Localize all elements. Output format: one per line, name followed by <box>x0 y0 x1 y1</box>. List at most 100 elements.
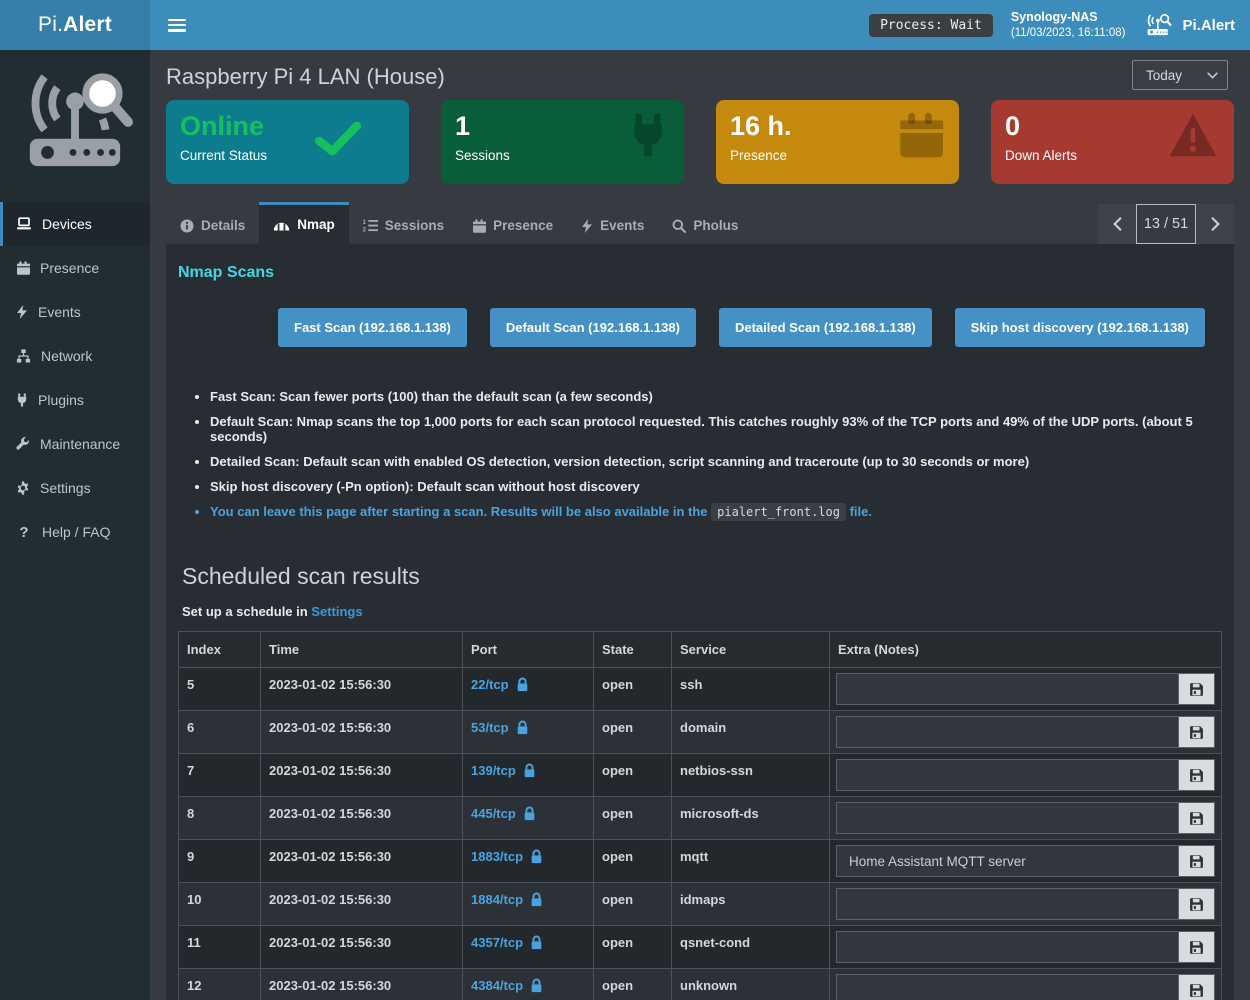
schedule-hint: Set up a schedule in Settings <box>182 604 1222 619</box>
cell-note <box>830 840 1222 883</box>
note-input[interactable] <box>837 760 1178 790</box>
scan-description-item: Fast Scan: Scan fewer ports (100) than t… <box>210 389 1222 404</box>
wrench-icon <box>16 437 30 451</box>
bolt-icon <box>581 219 593 233</box>
cell-note <box>830 754 1222 797</box>
cell-index: 10 <box>179 883 261 926</box>
table-header-row: IndexTimePortStateServiceExtra (Notes) <box>179 632 1222 668</box>
cell-state: open <box>594 711 672 754</box>
process-status-badge: Process: Wait <box>869 14 993 37</box>
column-header-state: State <box>594 632 672 668</box>
tab-events[interactable]: Events <box>567 204 658 244</box>
period-select[interactable]: Today <box>1132 60 1228 90</box>
save-note-button[interactable] <box>1178 889 1214 919</box>
chevron-right-icon <box>1211 217 1220 231</box>
status-card-current-status: OnlineCurrent Status <box>166 100 409 184</box>
save-note-button[interactable] <box>1178 932 1214 962</box>
table-row: 112023-01-02 15:56:304357/tcpopenqsnet-c… <box>179 926 1222 969</box>
scan-description-item: Detailed Scan: Default scan with enabled… <box>210 454 1222 469</box>
note-input-group <box>836 716 1215 748</box>
host-timestamp: (11/03/2023, 16:11:08) <box>1011 26 1126 42</box>
sidebar-item-plugins[interactable]: Plugins <box>0 378 150 422</box>
question-icon: ? <box>16 524 32 541</box>
sidebar-item-devices[interactable]: Devices <box>0 202 150 246</box>
tab-pholus[interactable]: Pholus <box>658 204 752 244</box>
cell-time: 2023-01-02 15:56:30 <box>261 840 463 883</box>
port-label: 139/tcp <box>471 763 516 778</box>
nmap-icon <box>273 218 290 231</box>
tab-presence[interactable]: Presence <box>458 204 567 244</box>
save-note-button[interactable] <box>1178 760 1214 790</box>
note-input[interactable] <box>837 717 1178 747</box>
svg-text:1: 1 <box>363 220 366 226</box>
log-note-suffix: file. <box>846 504 872 519</box>
note-input[interactable] <box>837 975 1178 1000</box>
note-input[interactable] <box>837 846 1178 876</box>
card-value: Online <box>180 110 395 142</box>
settings-link[interactable]: Settings <box>311 604 362 619</box>
sidebar-item-label: Network <box>41 348 92 364</box>
cell-state: open <box>594 754 672 797</box>
port-link[interactable]: 139/tcp <box>471 763 536 778</box>
port-link[interactable]: 445/tcp <box>471 806 536 821</box>
status-card-presence: 16 h.Presence <box>716 100 959 184</box>
sidebar-item-maintenance[interactable]: Maintenance <box>0 422 150 466</box>
cell-port: 4384/tcp <box>463 969 594 1000</box>
device-tabs: DetailsNmap12SessionsPresenceEvents Pholu… <box>166 202 1234 244</box>
floppy-icon <box>1189 940 1204 955</box>
tab-sessions[interactable]: 12Sessions <box>349 204 458 244</box>
tab-label: Pholus <box>693 218 738 233</box>
detailed-scan-button[interactable]: Detailed Scan (192.168.1.138) <box>719 308 932 347</box>
default-scan-button[interactable]: Default Scan (192.168.1.138) <box>490 308 696 347</box>
app-identity[interactable]: Pi.Alert <box>1143 12 1235 38</box>
port-link[interactable]: 4357/tcp <box>471 935 543 950</box>
sidebar-item-help-faq[interactable]: ? Help / FAQ <box>0 510 150 554</box>
cell-index: 12 <box>179 969 261 1000</box>
prev-device-button[interactable] <box>1098 204 1136 244</box>
save-note-button[interactable] <box>1178 674 1214 704</box>
brand-logo[interactable]: Pi.Alert <box>0 0 150 50</box>
port-link[interactable]: 1883/tcp <box>471 849 543 864</box>
tab-nmap[interactable]: Nmap <box>259 202 349 244</box>
floppy-icon <box>1189 983 1204 998</box>
note-input[interactable] <box>837 932 1178 962</box>
cell-state: open <box>594 668 672 711</box>
table-row: 122023-01-02 15:56:304384/tcpopenunknown <box>179 969 1222 1000</box>
cell-index: 11 <box>179 926 261 969</box>
port-link[interactable]: 1884/tcp <box>471 892 543 907</box>
fast-scan-button[interactable]: Fast Scan (192.168.1.138) <box>278 308 467 347</box>
lock-icon <box>523 763 536 778</box>
status-card-sessions: 1Sessions <box>441 100 684 184</box>
port-link[interactable]: 53/tcp <box>471 720 529 735</box>
floppy-icon <box>1189 682 1204 697</box>
tab-details[interactable]: Details <box>166 204 259 244</box>
skip-host-discovery-button[interactable]: Skip host discovery (192.168.1.138) <box>955 308 1205 347</box>
cell-note <box>830 668 1222 711</box>
cell-service: netbios-ssn <box>672 754 830 797</box>
calendar-icon <box>897 112 943 158</box>
sidebar-item-settings[interactable]: Settings <box>0 466 150 510</box>
sidebar-item-network[interactable]: Network <box>0 334 150 378</box>
next-device-button[interactable] <box>1196 204 1234 244</box>
table-row: 92023-01-02 15:56:301883/tcpopenmqtt <box>179 840 1222 883</box>
save-note-button[interactable] <box>1178 975 1214 1000</box>
sidebar-item-label: Presence <box>40 260 99 276</box>
hamburger-menu-icon[interactable] <box>168 19 186 32</box>
cell-index: 6 <box>179 711 261 754</box>
port-link[interactable]: 22/tcp <box>471 677 529 692</box>
brand-alert: Alert <box>63 13 112 37</box>
sidebar-item-label: Help / FAQ <box>42 524 110 540</box>
sidebar-item-events[interactable]: Events <box>0 290 150 334</box>
save-note-button[interactable] <box>1178 717 1214 747</box>
save-note-button[interactable] <box>1178 846 1214 876</box>
note-input-group <box>836 673 1215 705</box>
note-input[interactable] <box>837 889 1178 919</box>
sidebar-item-presence[interactable]: Presence <box>0 246 150 290</box>
tab-label: Sessions <box>385 218 444 233</box>
scan-descriptions: Fast Scan: Scan fewer ports (100) than t… <box>210 389 1222 519</box>
note-input[interactable] <box>837 803 1178 833</box>
port-link[interactable]: 4384/tcp <box>471 978 543 993</box>
bolt-icon <box>16 305 28 319</box>
note-input[interactable] <box>837 674 1178 704</box>
save-note-button[interactable] <box>1178 803 1214 833</box>
